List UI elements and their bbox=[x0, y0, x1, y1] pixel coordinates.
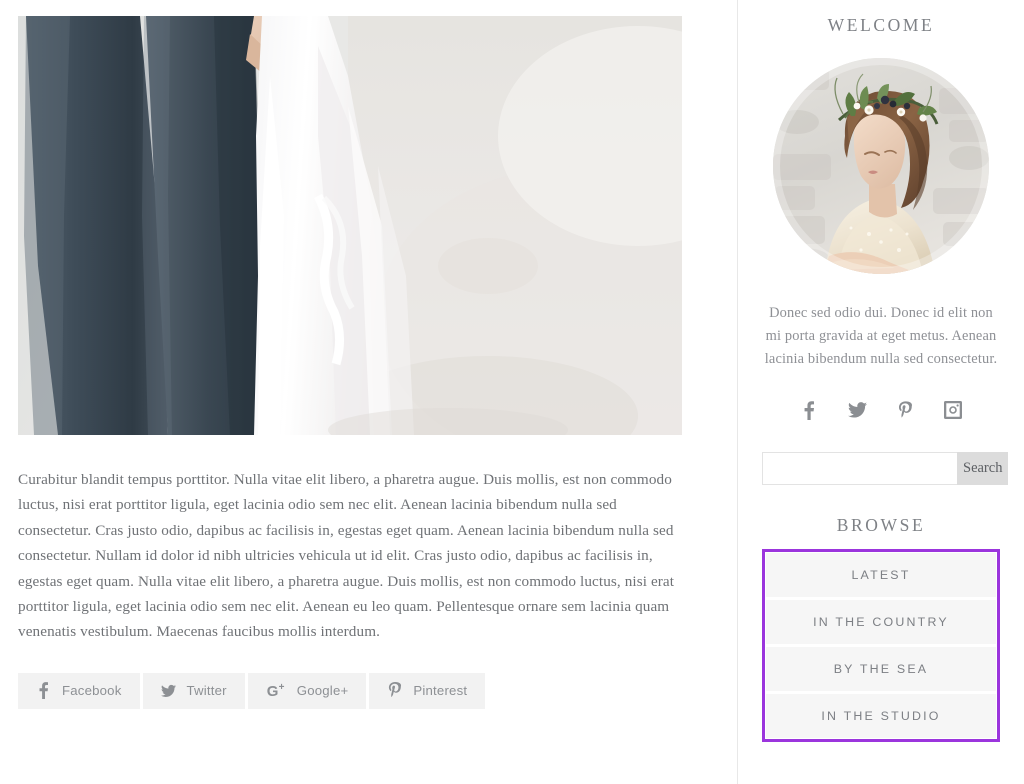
instagram-icon[interactable] bbox=[942, 399, 964, 421]
google-plus-icon: G+ bbox=[266, 681, 285, 700]
post-hero-image bbox=[18, 16, 682, 435]
blog-page: Curabitur blandit tempus porttitor. Null… bbox=[0, 0, 1024, 784]
avatar-graphic bbox=[773, 58, 989, 274]
share-button-label: Pinterest bbox=[413, 683, 468, 699]
facebook-icon bbox=[36, 682, 51, 700]
browse-item-by-the-sea[interactable]: BY THE SEA bbox=[766, 647, 996, 691]
twitter-icon[interactable] bbox=[846, 399, 868, 421]
social-links-row bbox=[762, 399, 1000, 421]
share-button-facebook[interactable]: Facebook bbox=[18, 672, 140, 709]
browse-item-latest[interactable]: LATEST bbox=[766, 553, 996, 597]
avatar bbox=[773, 58, 989, 274]
pinterest-icon[interactable] bbox=[894, 399, 916, 421]
share-button-google-plus[interactable]: G+ Google+ bbox=[247, 672, 367, 709]
search-form: Search bbox=[762, 452, 1009, 485]
share-button-label: Google+ bbox=[296, 683, 349, 699]
twitter-icon bbox=[160, 684, 176, 698]
about-text: Donec sed odio dui. Donec id elit non mi… bbox=[764, 305, 998, 367]
post-body-text: Curabitur blandit tempus porttitor. Null… bbox=[18, 471, 675, 641]
browse-heading: BROWSE bbox=[836, 515, 926, 535]
pinterest-icon bbox=[387, 682, 402, 699]
browse-menu: LATEST IN THE COUNTRY BY THE SEA IN THE … bbox=[762, 549, 1000, 742]
search-button[interactable]: Search bbox=[957, 452, 1009, 485]
facebook-icon[interactable] bbox=[798, 399, 820, 421]
main-content-column: Curabitur blandit tempus porttitor. Null… bbox=[0, 0, 738, 784]
share-button-twitter[interactable]: Twitter bbox=[142, 672, 245, 709]
share-buttons-row: Facebook Twitter G+ Google+ Pinterest bbox=[18, 672, 681, 709]
browse-item-in-the-studio[interactable]: IN THE STUDIO bbox=[766, 694, 996, 738]
browse-item-in-the-country[interactable]: IN THE COUNTRY bbox=[766, 600, 996, 644]
share-button-pinterest[interactable]: Pinterest bbox=[369, 672, 486, 709]
welcome-heading: WELCOME bbox=[827, 15, 935, 35]
share-button-label: Facebook bbox=[62, 683, 122, 699]
share-button-label: Twitter bbox=[186, 683, 227, 699]
hero-image-graphic bbox=[18, 16, 682, 435]
sidebar: WELCOME Donec sed odio dui. Donec id eli… bbox=[738, 0, 1024, 784]
search-input[interactable] bbox=[762, 452, 957, 485]
